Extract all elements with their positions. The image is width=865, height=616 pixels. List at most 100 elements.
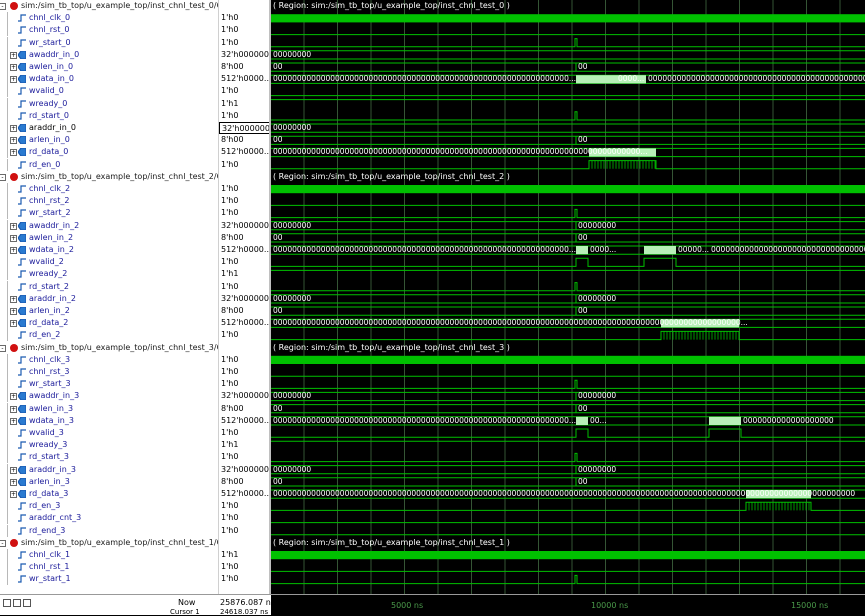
expand-toggle[interactable]: + <box>10 76 17 84</box>
signal-row-chnl_rst_1[interactable]: chnl_rst_1 <box>0 561 218 574</box>
bus-value-text: 00000000 <box>273 49 312 59</box>
signal-row-chnl_rst_2[interactable]: chnl_rst_2 <box>0 195 218 208</box>
region-label: ( Region: sim:/sim_tb_top/u_example_top/… <box>273 537 510 547</box>
bus-activity <box>644 246 676 255</box>
wire-signal-icon <box>18 502 26 510</box>
signal-row-rd_end_3[interactable]: rd_end_3 <box>0 524 218 537</box>
signal-row-arlen_in_2[interactable]: + arlen_in_2 <box>0 305 218 317</box>
signal-row-araddr_in_3[interactable]: + araddr_in_3 <box>0 463 218 476</box>
collapse-toggle[interactable]: - <box>0 3 6 10</box>
collapse-toggle[interactable]: - <box>0 173 6 181</box>
signal-row-chnl_rst_0[interactable]: chnl_rst_0 <box>0 24 218 37</box>
tree-line <box>7 475 8 488</box>
signal-row-rd_data_2[interactable]: + rd_data_2 <box>0 317 218 330</box>
signal-row-rd_start_3[interactable]: rd_start_3 <box>0 451 218 464</box>
signal-row-chnl_clk_2[interactable]: chnl_clk_2 <box>0 183 218 195</box>
group-header[interactable]: - sim:/sim_tb_top/u_example_top/inst_chnl… <box>0 171 218 183</box>
signal-row-awaddr_in_2[interactable]: + awaddr_in_2 <box>0 219 218 232</box>
bus-signal-icon <box>18 63 26 71</box>
group-value-cell <box>219 171 270 183</box>
tree-line <box>7 488 8 500</box>
signal-row-wdata_in_2[interactable]: + wdata_in_2 <box>0 244 218 256</box>
signal-value: 1'h0 <box>221 86 239 96</box>
tree-line <box>7 195 8 208</box>
expand-toggle[interactable]: + <box>10 51 17 59</box>
signal-row-wvalid_0[interactable]: wvalid_0 <box>0 85 218 98</box>
signal-row-rd_start_0[interactable]: rd_start_0 <box>0 109 218 122</box>
expand-toggle[interactable]: + <box>10 64 17 71</box>
signal-value: 8'h00 <box>221 135 244 145</box>
expand-toggle[interactable]: + <box>10 491 17 498</box>
expand-toggle[interactable]: + <box>10 125 17 132</box>
collapse-toggle[interactable]: - <box>0 539 6 547</box>
signal-row-araddr_cnt_3[interactable]: araddr_cnt_3 <box>0 512 218 525</box>
expand-toggle[interactable]: + <box>10 308 17 315</box>
signal-name: wvalid_3 <box>29 428 64 437</box>
group-header[interactable]: - sim:/sim_tb_top/u_example_top/inst_chnl… <box>0 342 218 354</box>
signal-row-wr_start_3[interactable]: wr_start_3 <box>0 378 218 391</box>
signal-row-wready_2[interactable]: wready_2 <box>0 268 218 281</box>
signal-row-wr_start_0[interactable]: wr_start_0 <box>0 36 218 49</box>
signal-row-wdata_in_0[interactable]: + wdata_in_0 <box>0 73 218 86</box>
signal-name: awlen_in_3 <box>29 403 74 413</box>
expand-toggle[interactable]: + <box>10 295 17 303</box>
signal-row-rd_data_3[interactable]: + rd_data_3 <box>0 488 218 500</box>
expand-toggle[interactable]: + <box>10 393 17 401</box>
group-header[interactable]: - sim:/sim_tb_top/u_example_top/inst_chnl… <box>0 0 218 12</box>
signal-row-awaddr_in_3[interactable]: + awaddr_in_3 <box>0 390 218 403</box>
signal-row-araddr_in_2[interactable]: + araddr_in_2 <box>0 292 218 305</box>
expand-toggle[interactable]: + <box>10 320 17 328</box>
signal-value: 512'h0000... <box>221 147 270 157</box>
expand-toggle[interactable]: + <box>10 405 17 413</box>
cursor-add-icon[interactable] <box>13 598 21 607</box>
signal-row-rd_start_2[interactable]: rd_start_2 <box>0 280 218 293</box>
wave-wvalid_3 <box>271 428 865 438</box>
expand-toggle[interactable]: + <box>10 417 17 425</box>
signal-row-chnl_clk_0[interactable]: chnl_clk_0 <box>0 12 218 25</box>
signal-row-awlen_in_0[interactable]: + awlen_in_0 <box>0 61 218 73</box>
expand-toggle[interactable]: + <box>10 234 17 242</box>
status-icons[interactable] <box>3 598 33 607</box>
expand-toggle[interactable]: + <box>10 247 17 254</box>
collapse-toggle[interactable]: - <box>0 344 6 352</box>
signal-row-awlen_in_2[interactable]: + awlen_in_2 <box>0 231 218 244</box>
wire-signal-icon <box>18 270 26 278</box>
signal-row-araddr_in_0[interactable]: + araddr_in_0 <box>0 122 218 134</box>
expand-toggle[interactable]: + <box>10 222 17 230</box>
expand-toggle[interactable]: + <box>10 137 17 145</box>
timeline-tick: 15000 ns <box>791 601 829 610</box>
signal-row-wvalid_2[interactable]: wvalid_2 <box>0 256 218 269</box>
tree-line <box>7 36 8 49</box>
signal-row-wvalid_3[interactable]: wvalid_3 <box>0 427 218 439</box>
signal-row-awaddr_in_0[interactable]: + awaddr_in_0 <box>0 48 218 61</box>
expand-toggle[interactable]: + <box>10 149 17 157</box>
waveform-pane[interactable]: ( Region: sim:/sim_tb_top/u_example_top/… <box>271 0 865 594</box>
signal-row-wr_start_1[interactable]: wr_start_1 <box>0 573 218 586</box>
signal-row-rd_en_3[interactable]: rd_en_3 <box>0 500 218 513</box>
expand-toggle[interactable]: + <box>10 466 17 474</box>
now-icon[interactable] <box>3 598 11 607</box>
signal-row-chnl_clk_1[interactable]: chnl_clk_1 <box>0 549 218 561</box>
signal-value: 1'h0 <box>221 110 239 120</box>
signal-row-wready_3[interactable]: wready_3 <box>0 439 218 452</box>
signal-value: 1'h1 <box>221 440 239 450</box>
timeline-ruler[interactable]: 5000 ns 10000 ns 15000 ns <box>271 595 865 615</box>
group-header[interactable]: - sim:/sim_tb_top/u_example_top/inst_chnl… <box>0 537 218 549</box>
signal-row-chnl_clk_3[interactable]: chnl_clk_3 <box>0 353 218 366</box>
signal-row-awlen_in_3[interactable]: + awlen_in_3 <box>0 402 218 415</box>
signal-row-rd_data_0[interactable]: + rd_data_0 <box>0 146 218 159</box>
signal-row-wr_start_2[interactable]: wr_start_2 <box>0 207 218 220</box>
clock-wave-chnl_clk_0 <box>271 14 865 23</box>
signal-row-wdata_in_3[interactable]: + wdata_in_3 <box>0 414 218 427</box>
signal-row-arlen_in_3[interactable]: + arlen_in_3 <box>0 475 218 488</box>
signal-name: rd_start_3 <box>29 452 69 462</box>
signal-row-wready_0[interactable]: wready_0 <box>0 97 218 110</box>
signal-row-rd_en_2[interactable]: rd_en_2 <box>0 329 218 342</box>
signal-row-rd_en_0[interactable]: rd_en_0 <box>0 158 218 171</box>
expand-toggle[interactable]: + <box>10 478 17 486</box>
signal-row-arlen_in_0[interactable]: + arlen_in_0 <box>0 134 218 147</box>
bus-value-text: 0000000000000000000000000000000000000000… <box>711 245 865 254</box>
cursor-lock-icon[interactable] <box>23 598 31 607</box>
signal-row-chnl_rst_3[interactable]: chnl_rst_3 <box>0 366 218 378</box>
waveform-canvas[interactable] <box>271 0 865 594</box>
